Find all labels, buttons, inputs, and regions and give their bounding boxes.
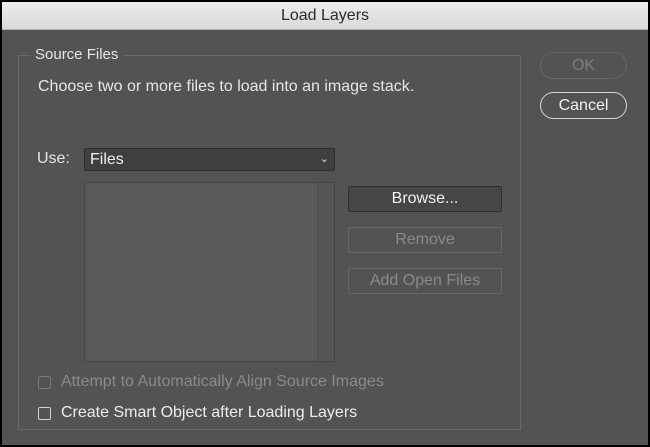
ok-button[interactable]: OK [540,52,627,79]
source-files-legend: Source Files [30,46,124,63]
chevron-down-icon: ⌄ [319,153,329,165]
title-bar[interactable]: Load Layers [2,2,648,30]
add-open-files-button[interactable]: Add Open Files [348,268,502,294]
smart-object-option[interactable]: Create Smart Object after Loading Layers [38,404,357,422]
use-label: Use: [37,150,70,167]
dialog-title: Load Layers [280,6,370,24]
smart-object-label: Create Smart Object after Loading Layers [61,404,358,421]
auto-align-checkbox[interactable] [38,375,51,389]
file-list[interactable] [84,182,335,362]
cancel-button[interactable]: Cancel [540,92,627,119]
auto-align-label: Attempt to Automatically Align Source Im… [61,373,384,390]
file-list-scrollbar[interactable] [317,183,334,361]
source-files-description: Choose two or more files to load into an… [38,78,415,95]
smart-object-checkbox[interactable] [38,406,51,420]
remove-button[interactable]: Remove [348,227,502,253]
use-select[interactable]: Files ⌄ [84,148,335,171]
browse-button[interactable]: Browse... [348,186,502,212]
use-select-value: Files [90,151,124,168]
auto-align-option[interactable]: Attempt to Automatically Align Source Im… [38,373,384,391]
